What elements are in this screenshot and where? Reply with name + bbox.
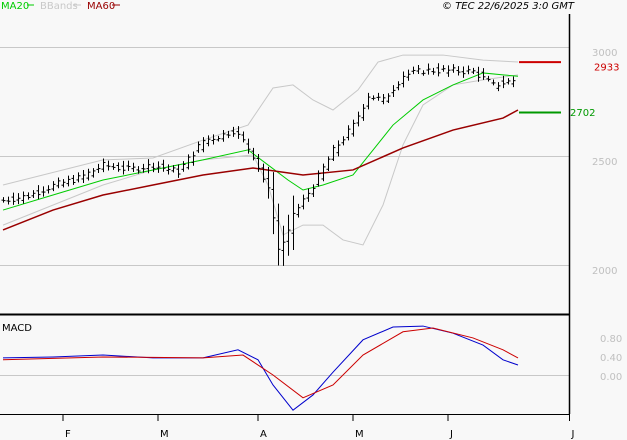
month-label: A	[260, 429, 267, 440]
signal-line	[2, 327, 519, 399]
macd-title: MACD	[2, 323, 32, 334]
bband-upper-line	[2, 54, 519, 186]
price-tick-label: 3000	[592, 48, 617, 59]
month-label: J	[449, 429, 453, 440]
legend-bbands: BBands	[40, 1, 78, 12]
macd-line	[2, 325, 519, 411]
bband-lower-line	[2, 74, 519, 246]
legend-ma20: MA20	[1, 1, 29, 12]
bollinger-bands	[2, 54, 519, 246]
price-tick-label: 2500	[592, 157, 617, 168]
stock-chart: MA20 BBands MA60 © TEC 22/6/2025 3:0 GMT…	[0, 1, 622, 440]
month-label: M	[160, 429, 169, 440]
price-bars	[1, 63, 516, 266]
month-label: J	[571, 429, 575, 440]
macd-tick-label: 0.40	[600, 353, 622, 364]
moving-averages	[2, 72, 519, 231]
month-label: M	[355, 429, 364, 440]
price-tick-label: 2000	[592, 266, 617, 277]
support-level-label: 2702	[570, 108, 595, 119]
macd-panel: MACD	[2, 323, 519, 411]
legend-ma60: MA60	[87, 1, 115, 12]
macd-tick-label: 0.00	[600, 372, 622, 383]
gridlines: 3000 2500 2000 0.80 0.40 0.00	[0, 47, 622, 383]
macd-tick-label: 0.80	[600, 334, 622, 345]
resistance-level-label: 2933	[594, 63, 619, 74]
copyright: © TEC 22/6/2025 3:0 GMT	[442, 1, 575, 12]
month-label: F	[65, 429, 71, 440]
axes: FMAMJJ	[62, 414, 575, 440]
